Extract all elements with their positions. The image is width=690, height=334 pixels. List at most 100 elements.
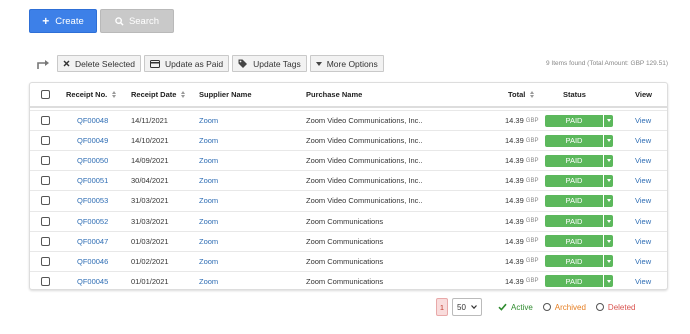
status-dropdown[interactable]: PAID xyxy=(545,114,613,127)
supplier-link[interactable]: Zoom xyxy=(199,151,218,170)
caret-down-icon xyxy=(603,275,613,288)
tags-icon xyxy=(238,59,248,68)
column-header-receipt-date[interactable]: Receipt Date xyxy=(131,83,186,106)
receipt-date: 14/09/2021 xyxy=(131,156,169,166)
sort-icon xyxy=(530,91,535,98)
filter-archived-label: Archived xyxy=(554,302,586,312)
status-dropdown[interactable]: PAID xyxy=(545,235,613,248)
caret-down-icon xyxy=(603,154,613,167)
view-link[interactable]: View xyxy=(635,191,651,210)
sort-icon xyxy=(112,91,117,98)
per-page-value: 50 xyxy=(457,302,466,312)
total-amount: 14.39 xyxy=(505,196,524,206)
row-checkbox-cell xyxy=(41,171,50,190)
status-dropdown[interactable]: PAID xyxy=(545,215,613,228)
receipt-no-link[interactable]: QF00050 xyxy=(77,151,108,170)
delete-selected-button[interactable]: Delete Selected xyxy=(57,55,142,72)
receipt-no-link[interactable]: QF00051 xyxy=(77,171,108,190)
receipt-date-header-label: Receipt Date xyxy=(131,90,177,99)
status-dropdown[interactable]: PAID xyxy=(545,194,613,207)
row-checkbox[interactable] xyxy=(41,276,50,286)
total-amount: 14.39 xyxy=(505,136,524,146)
select-all-checkbox[interactable] xyxy=(41,90,50,99)
filter-archived[interactable]: Archived xyxy=(542,302,586,312)
table-row: QF00050 14/09/2021 Zoom Zoom Video Communic… xyxy=(30,150,667,170)
receipt-no-link[interactable]: QF00052 xyxy=(77,212,108,231)
row-checkbox[interactable] xyxy=(41,216,50,226)
status-cell: PAID xyxy=(545,191,613,210)
filter-deleted[interactable]: Deleted xyxy=(595,303,636,312)
currency-code: GBP xyxy=(525,258,539,265)
row-checkbox-cell xyxy=(41,232,50,251)
more-options-button[interactable]: More Options xyxy=(309,55,384,72)
status-dropdown[interactable]: PAID xyxy=(545,154,613,167)
status-label: PAID xyxy=(565,136,583,146)
currency-code: GBP xyxy=(525,177,539,184)
caret-down-icon xyxy=(603,235,613,248)
update-tags-button[interactable]: Update Tags xyxy=(232,55,307,72)
status-header-label: Status xyxy=(563,90,586,99)
row-checkbox[interactable] xyxy=(41,116,50,126)
caret-down-icon xyxy=(603,215,613,228)
filter-deleted-radio[interactable] xyxy=(595,303,604,311)
supplier-link[interactable]: Zoom xyxy=(199,171,218,190)
view-link[interactable]: View xyxy=(635,232,651,251)
caret-down-icon xyxy=(315,61,322,66)
status-dropdown[interactable]: PAID xyxy=(545,255,613,268)
row-checkbox[interactable] xyxy=(41,136,50,146)
receipt-no-link[interactable]: QF00046 xyxy=(77,252,108,271)
view-link[interactable]: View xyxy=(635,272,651,289)
purchase-name: Zoom Video Communications, Inc.. xyxy=(306,116,423,126)
total-amount: 14.39 xyxy=(505,156,524,166)
status-dropdown[interactable]: PAID xyxy=(545,275,613,288)
status-cell: PAID xyxy=(545,111,613,130)
create-button[interactable]: + Create xyxy=(29,9,97,33)
row-checkbox[interactable] xyxy=(41,256,50,266)
search-button[interactable]: Search xyxy=(100,9,174,33)
receipt-no-link[interactable]: QF00048 xyxy=(77,111,108,130)
total-cell: 14.39 GBP xyxy=(505,111,538,130)
status-dropdown[interactable]: PAID xyxy=(545,134,613,147)
purchase-name-header-label: Purchase Name xyxy=(306,90,363,99)
receipt-date: 30/04/2021 xyxy=(131,176,169,186)
supplier-link[interactable]: Zoom xyxy=(199,191,218,210)
total-cell: 14.39 GBP xyxy=(505,252,538,271)
supplier-link[interactable]: Zoom xyxy=(199,252,218,271)
receipt-no-link[interactable]: QF00049 xyxy=(77,131,108,150)
page-button-current[interactable]: 1 xyxy=(436,298,448,316)
supplier-link[interactable]: Zoom xyxy=(199,272,218,289)
table-row: QF00053 31/03/2021 Zoom Zoom Video Communic… xyxy=(30,190,667,210)
column-header-view: View xyxy=(635,83,652,106)
per-page-select[interactable]: 50 xyxy=(452,298,482,316)
view-link[interactable]: View xyxy=(635,212,651,231)
supplier-link[interactable]: Zoom xyxy=(199,232,218,251)
update-as-paid-button[interactable]: Update as Paid xyxy=(144,55,230,72)
receipt-no-link[interactable]: QF00045 xyxy=(77,272,108,289)
view-link[interactable]: View xyxy=(635,151,651,170)
receipt-no-link[interactable]: QF00047 xyxy=(77,232,108,251)
row-checkbox[interactable] xyxy=(41,196,50,206)
filter-archived-radio[interactable] xyxy=(542,303,551,311)
view-link[interactable]: View xyxy=(635,131,651,150)
status-cell: PAID xyxy=(545,232,613,251)
view-link[interactable]: View xyxy=(635,252,651,271)
filter-active[interactable]: Active xyxy=(498,303,533,312)
sort-icon xyxy=(181,91,186,98)
status-cell: PAID xyxy=(545,131,613,150)
row-checkbox[interactable] xyxy=(41,156,50,166)
supplier-link[interactable]: Zoom xyxy=(199,111,218,130)
view-link[interactable]: View xyxy=(635,111,651,130)
supplier-link[interactable]: Zoom xyxy=(199,212,218,231)
total-amount: 14.39 xyxy=(505,236,524,246)
status-dropdown[interactable]: PAID xyxy=(545,174,613,187)
supplier-link[interactable]: Zoom xyxy=(199,131,218,150)
receipt-no-link[interactable]: QF00053 xyxy=(77,191,108,210)
column-header-total[interactable]: Total xyxy=(508,83,535,106)
column-header-receipt-no[interactable]: Receipt No. xyxy=(66,83,117,106)
column-header-supplier-name: Supplier Name xyxy=(199,83,252,106)
row-checkbox[interactable] xyxy=(41,236,50,246)
caret-down-icon xyxy=(603,114,613,127)
table-row: QF00051 30/04/2021 Zoom Zoom Video Communic… xyxy=(30,170,667,190)
row-checkbox[interactable] xyxy=(41,176,50,186)
view-link[interactable]: View xyxy=(635,171,651,190)
